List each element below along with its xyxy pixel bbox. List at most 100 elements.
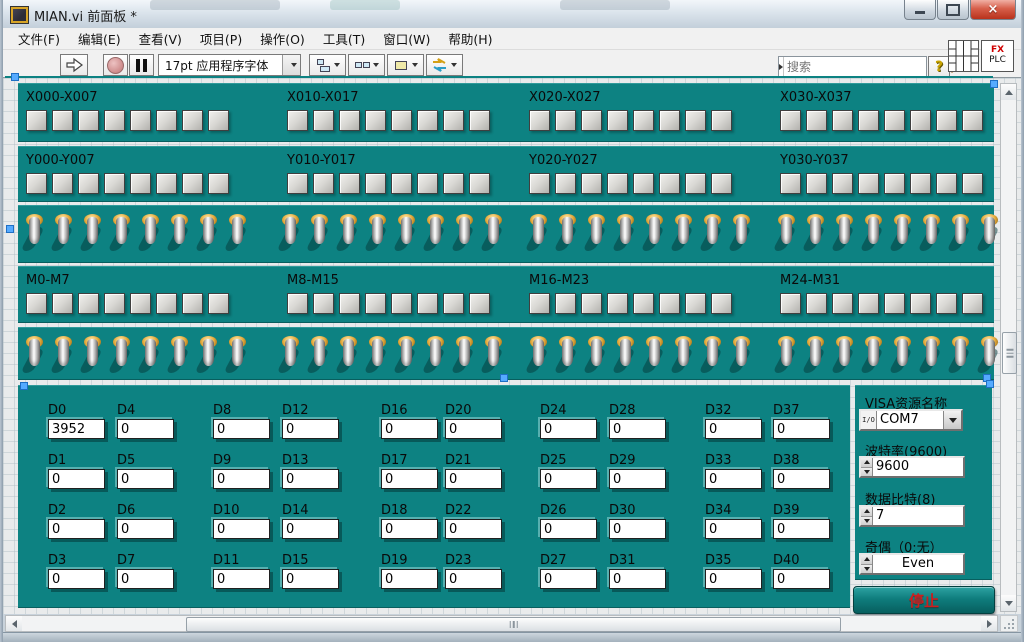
menu-item-1[interactable]: 编辑(E): [69, 26, 130, 51]
toggle-switch[interactable]: [25, 212, 45, 254]
selection-handle[interactable]: [20, 382, 28, 390]
menu-item-4[interactable]: 操作(O): [251, 26, 314, 51]
toggle-switch[interactable]: [703, 212, 723, 254]
d-register-field[interactable]: 0: [445, 569, 502, 589]
toggle-switch[interactable]: [674, 334, 694, 376]
visa-resource-combo[interactable]: I/O COM7: [859, 409, 963, 431]
distribute-objects-button[interactable]: [348, 54, 385, 76]
toggle-switch[interactable]: [587, 212, 607, 254]
scroll-right-button[interactable]: [981, 616, 997, 631]
toggle-switch[interactable]: [54, 334, 74, 376]
d-register-field[interactable]: 0: [705, 469, 762, 489]
baud-rate-control[interactable]: 9600: [859, 456, 965, 478]
vertical-scroll-thumb[interactable]: [1002, 332, 1017, 374]
d-register-field[interactable]: 0: [609, 469, 666, 489]
search-input[interactable]: [784, 60, 940, 74]
toggle-switch[interactable]: [310, 334, 330, 376]
toggle-switch[interactable]: [397, 334, 417, 376]
toggle-switch[interactable]: [835, 212, 855, 254]
d-register-field[interactable]: 0: [282, 569, 339, 589]
d-register-field[interactable]: 0: [213, 569, 270, 589]
toggle-switch[interactable]: [281, 334, 301, 376]
align-objects-button[interactable]: [309, 54, 346, 76]
d-register-field[interactable]: 0: [117, 519, 174, 539]
toggle-switch[interactable]: [141, 212, 161, 254]
d-register-field[interactable]: 0: [540, 469, 597, 489]
data-bits-spinner[interactable]: [861, 507, 873, 525]
baud-spinner[interactable]: [861, 458, 873, 476]
scroll-left-button[interactable]: [6, 616, 22, 631]
toggle-switch[interactable]: [199, 212, 219, 254]
vi-icon[interactable]: FX PLC: [981, 40, 1014, 72]
toggle-switch[interactable]: [170, 334, 190, 376]
d-register-field[interactable]: 0: [282, 519, 339, 539]
d-register-field[interactable]: 0: [445, 419, 502, 439]
abort-button[interactable]: [103, 54, 128, 76]
d-register-field[interactable]: 0: [381, 469, 438, 489]
d-register-field[interactable]: 0: [117, 569, 174, 589]
horizontal-scroll-thumb[interactable]: [186, 617, 841, 632]
selection-handle[interactable]: [500, 374, 508, 382]
toggle-switch[interactable]: [228, 334, 248, 376]
toggle-switch[interactable]: [806, 334, 826, 376]
toggle-switch[interactable]: [616, 212, 636, 254]
d-register-field[interactable]: 0: [381, 569, 438, 589]
toggle-switch[interactable]: [54, 212, 74, 254]
toggle-switch[interactable]: [112, 334, 132, 376]
pause-button[interactable]: [129, 54, 154, 76]
toggle-switch[interactable]: [645, 212, 665, 254]
d-register-field[interactable]: 0: [117, 469, 174, 489]
toggle-switch[interactable]: [806, 212, 826, 254]
toggle-switch[interactable]: [703, 334, 723, 376]
reorder-button[interactable]: [426, 54, 463, 76]
d-register-field[interactable]: 0: [705, 569, 762, 589]
toggle-switch[interactable]: [951, 334, 971, 376]
toggle-switch[interactable]: [25, 334, 45, 376]
d-register-field[interactable]: 0: [48, 469, 105, 489]
resize-grip[interactable]: [1000, 615, 1018, 632]
toggle-switch[interactable]: [141, 334, 161, 376]
d-register-field[interactable]: 0: [609, 419, 666, 439]
d-register-field[interactable]: 0: [213, 519, 270, 539]
menu-item-0[interactable]: 文件(F): [9, 26, 69, 51]
toggle-switch[interactable]: [397, 212, 417, 254]
d-register-field[interactable]: 0: [773, 569, 830, 589]
toggle-switch[interactable]: [529, 334, 549, 376]
selection-handle[interactable]: [990, 80, 998, 88]
toggle-switch[interactable]: [484, 212, 504, 254]
toggle-switch[interactable]: [732, 212, 752, 254]
toggle-switch[interactable]: [455, 334, 475, 376]
toggle-switch[interactable]: [484, 334, 504, 376]
toggle-switch[interactable]: [281, 212, 301, 254]
toggle-switch[interactable]: [674, 212, 694, 254]
d-register-field[interactable]: 3952: [48, 419, 105, 439]
scroll-up-button[interactable]: [1001, 84, 1016, 100]
connector-pane-icon[interactable]: [948, 40, 979, 72]
d-register-field[interactable]: 0: [48, 519, 105, 539]
d-register-field[interactable]: 0: [381, 519, 438, 539]
toggle-switch[interactable]: [587, 334, 607, 376]
d-register-field[interactable]: 0: [282, 419, 339, 439]
toggle-switch[interactable]: [529, 212, 549, 254]
toggle-switch[interactable]: [558, 334, 578, 376]
d-register-field[interactable]: 0: [117, 419, 174, 439]
parity-control[interactable]: Even: [859, 553, 965, 575]
d-register-field[interactable]: 0: [540, 519, 597, 539]
menu-item-7[interactable]: 帮助(H): [439, 26, 501, 51]
scroll-down-button[interactable]: [1001, 595, 1016, 611]
toggle-switch[interactable]: [951, 212, 971, 254]
maximize-button[interactable]: [937, 0, 969, 20]
font-selector[interactable]: 17pt 应用程序字体: [158, 54, 301, 76]
d-register-field[interactable]: 0: [540, 419, 597, 439]
toggle-switch[interactable]: [368, 212, 388, 254]
toggle-switch[interactable]: [310, 212, 330, 254]
toggle-switch[interactable]: [777, 212, 797, 254]
font-selector-dropdown[interactable]: [282, 55, 300, 75]
d-register-field[interactable]: 0: [381, 419, 438, 439]
menu-item-6[interactable]: 窗口(W): [374, 26, 439, 51]
toggle-switch[interactable]: [616, 334, 636, 376]
search-box[interactable]: [778, 56, 927, 77]
toggle-switch[interactable]: [893, 334, 913, 376]
toggle-switch[interactable]: [83, 212, 103, 254]
titlebar[interactable]: MIAN.vi 前面板 * ×: [0, 0, 1024, 29]
